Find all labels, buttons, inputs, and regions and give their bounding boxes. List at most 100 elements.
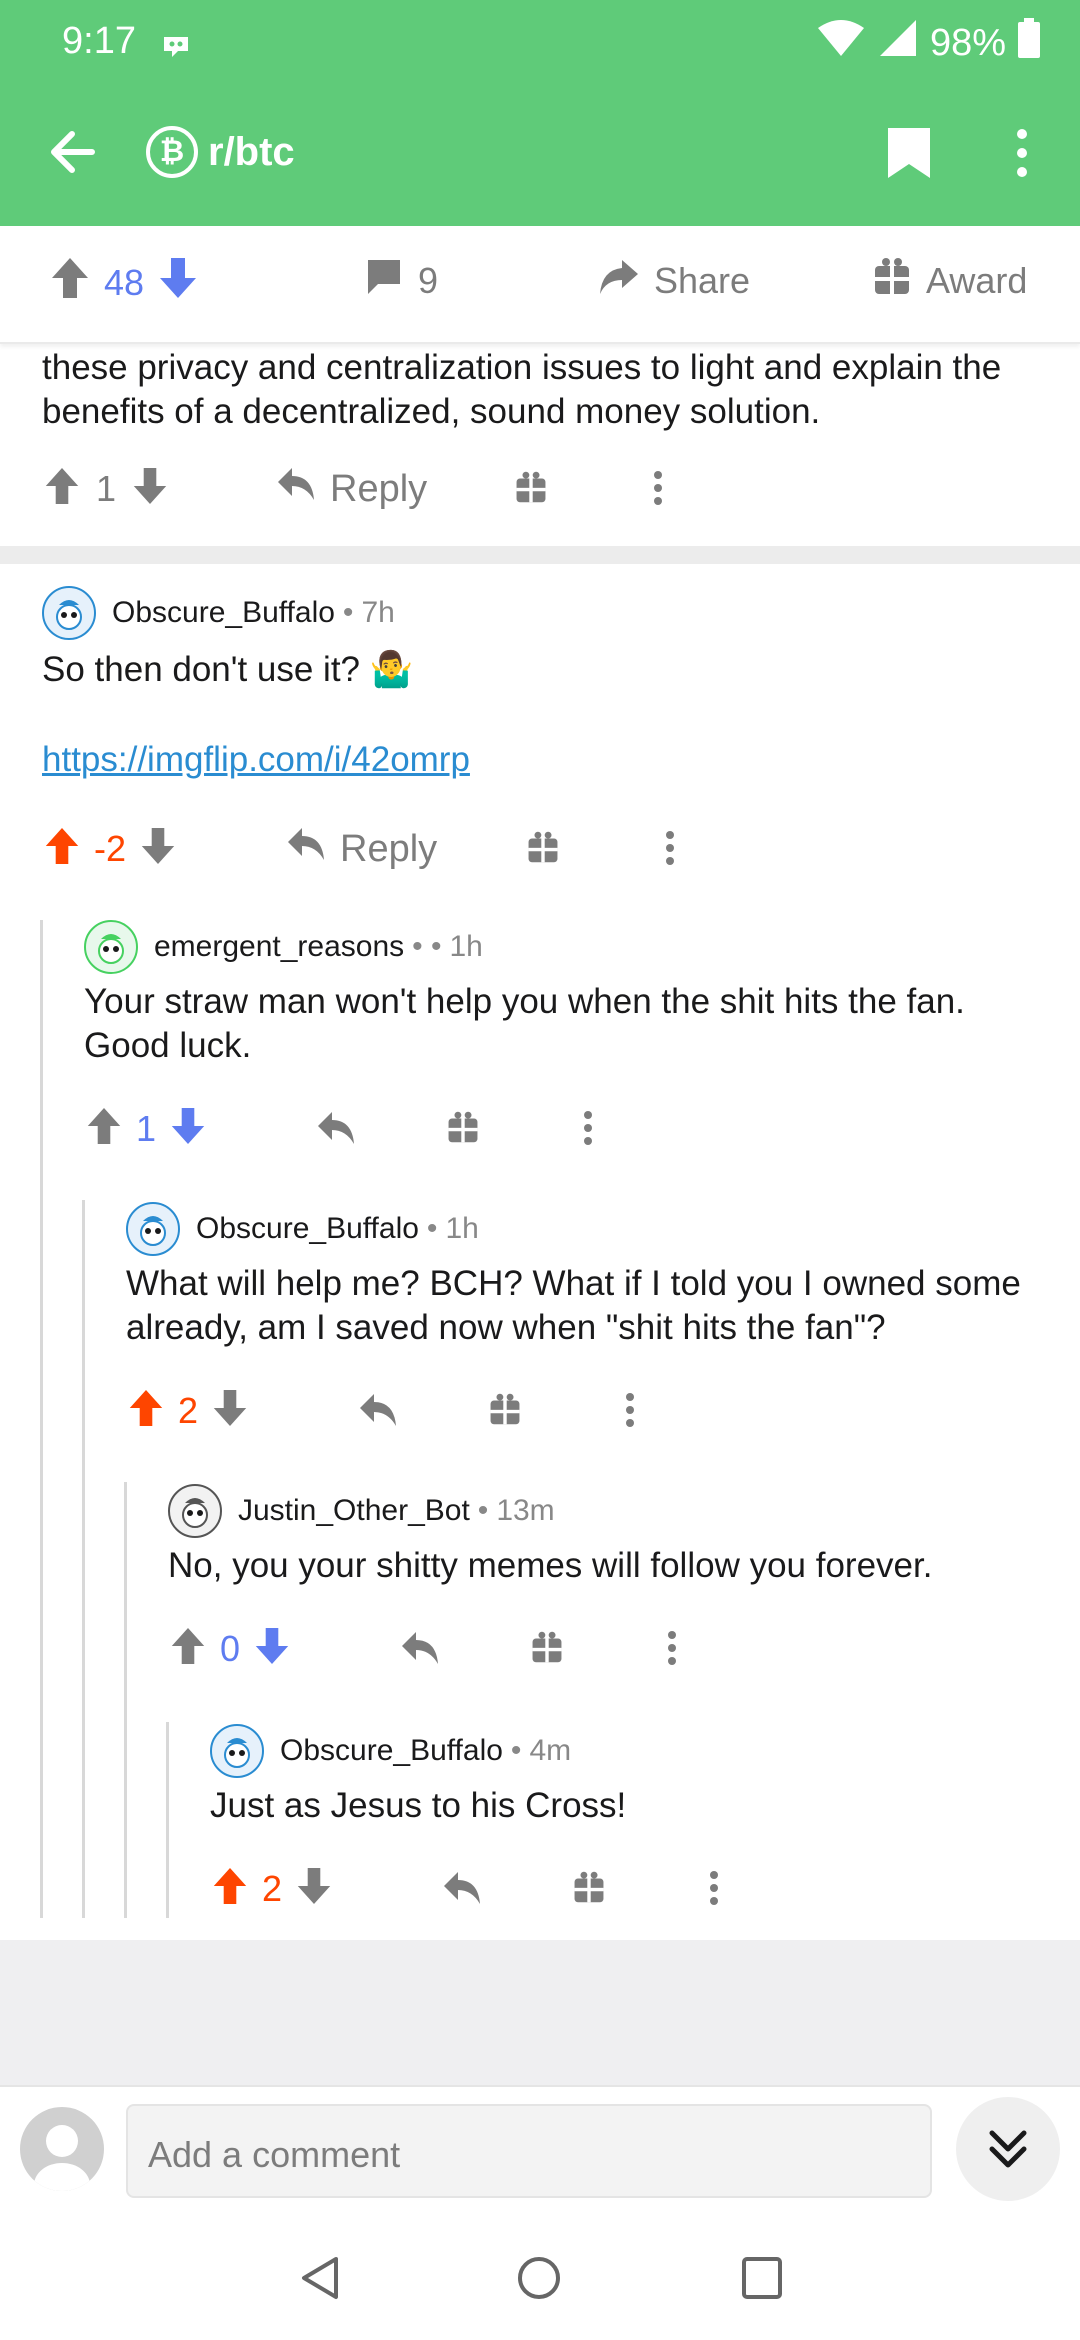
post-comment-count: 9	[418, 259, 439, 301]
section-divider	[0, 546, 1080, 564]
comment-text: So then don't use it? 🤷‍♂️	[42, 650, 414, 689]
upvote-icon[interactable]	[44, 826, 80, 871]
status-bar: 9:17 98%	[0, 0, 1080, 80]
comment-author[interactable]: Obscure_Buffalo	[196, 1212, 419, 1246]
nav-back-icon[interactable]	[298, 2255, 342, 2306]
next-comment-button[interactable]	[956, 2097, 1060, 2201]
share-button[interactable]: Share	[596, 256, 750, 305]
downvote-icon[interactable]	[296, 1866, 332, 1911]
comment-age: 4m	[529, 1734, 572, 1767]
more-options-icon[interactable]	[1010, 126, 1034, 185]
reply-icon[interactable]	[316, 1110, 356, 1146]
more-options-icon[interactable]	[666, 1630, 678, 1666]
reply-icon	[286, 826, 326, 872]
battery-icon	[1018, 18, 1040, 68]
comment-author[interactable]: Justin_Other_Bot	[238, 1494, 470, 1528]
comment-author[interactable]: emergent_reasons	[154, 930, 404, 964]
gift-icon[interactable]	[514, 470, 548, 504]
comment-text: Your straw man won't help you when the s…	[84, 982, 965, 1065]
subreddit-title[interactable]: ₿ r/btc	[146, 126, 295, 178]
reply-button[interactable]: Reply	[276, 466, 427, 512]
status-right: 98%	[816, 18, 1040, 68]
bookmark-icon[interactable]	[886, 126, 932, 185]
reply-icon[interactable]	[358, 1392, 398, 1428]
gift-icon[interactable]	[526, 830, 560, 864]
more-options-icon[interactable]	[664, 830, 676, 866]
more-options-icon[interactable]	[582, 1110, 594, 1146]
comment-text: these privacy and centralization issues …	[42, 348, 1002, 431]
comment-meta: Obscure_Buffalo • 1h	[126, 1202, 479, 1256]
comment-age: 7h	[361, 596, 395, 629]
reply-label: Reply	[330, 467, 428, 510]
system-nav-bar	[0, 2215, 1080, 2340]
comment-text: Just as Jesus to his Cross!	[210, 1786, 627, 1825]
downvote-icon[interactable]	[158, 256, 198, 309]
reply-icon	[276, 466, 316, 512]
subreddit-name: r/btc	[208, 129, 295, 174]
comment-link[interactable]: https://imgflip.com/i/42omrp	[42, 740, 470, 780]
comment-text: What will help me? BCH? What if I told y…	[126, 1264, 1021, 1347]
comment-author[interactable]: Obscure_Buffalo	[112, 596, 335, 630]
user-avatar[interactable]	[20, 2107, 104, 2191]
comment-author[interactable]: Obscure_Buffalo	[280, 1734, 503, 1768]
back-arrow-icon[interactable]	[46, 126, 98, 183]
gift-icon[interactable]	[446, 1110, 480, 1144]
nav-recents-icon[interactable]	[740, 2255, 784, 2306]
upvote-icon[interactable]	[50, 256, 90, 309]
comment-vote-group: 0	[170, 1626, 290, 1671]
signal-icon	[878, 18, 918, 68]
upvote-icon[interactable]	[170, 1626, 206, 1671]
comment-vote-group: 1	[44, 466, 168, 511]
status-time: 9:17	[62, 20, 136, 62]
comment-meta: Obscure_Buffalo • 4m	[210, 1724, 571, 1778]
end-of-thread-area	[0, 1940, 1080, 2085]
avatar[interactable]	[168, 1484, 222, 1538]
avatar[interactable]	[210, 1724, 264, 1778]
avatar[interactable]	[126, 1202, 180, 1256]
downvote-icon[interactable]	[140, 826, 176, 871]
avatar[interactable]	[84, 920, 138, 974]
more-options-icon[interactable]	[652, 470, 664, 506]
upvote-icon[interactable]	[86, 1106, 122, 1151]
avatar[interactable]	[42, 586, 96, 640]
downvote-icon[interactable]	[254, 1626, 290, 1671]
upvote-icon[interactable]	[212, 1866, 248, 1911]
comment-age: 1h	[449, 930, 483, 963]
share-icon	[596, 256, 640, 305]
battery-level: 98%	[929, 21, 1006, 64]
gift-icon	[872, 256, 912, 305]
upvote-icon[interactable]	[44, 466, 80, 511]
comment-vote-count: 2	[262, 1867, 283, 1909]
downvote-icon[interactable]	[132, 466, 168, 511]
reply-icon[interactable]	[442, 1870, 482, 1906]
reply-button[interactable]: Reply	[286, 826, 437, 872]
comment-vote-group: 2	[128, 1388, 248, 1433]
comment-meta: Justin_Other_Bot • 13m	[168, 1484, 555, 1538]
upvote-icon[interactable]	[128, 1388, 164, 1433]
gift-icon[interactable]	[488, 1392, 522, 1426]
thread-line	[40, 920, 43, 1918]
comment-icon	[364, 256, 404, 305]
more-options-icon[interactable]	[708, 1870, 720, 1906]
reply-label: Reply	[340, 827, 438, 870]
reply-icon[interactable]	[400, 1630, 440, 1666]
comment-vote-count: 0	[220, 1627, 241, 1669]
reddit-app-screen: 9:17 98% ₿ r/btc 48 9 Share Award these …	[0, 0, 1080, 2340]
gift-icon[interactable]	[572, 1870, 606, 1904]
award-button[interactable]: Award	[872, 256, 1027, 305]
more-options-icon[interactable]	[624, 1392, 636, 1428]
comment-vote-count: -2	[94, 827, 127, 869]
downvote-icon[interactable]	[212, 1388, 248, 1433]
thread-line	[166, 1722, 169, 1918]
gift-icon[interactable]	[530, 1630, 564, 1664]
post-action-bar: 48 9 Share Award	[0, 226, 1080, 344]
comment-vote-count: 2	[178, 1389, 199, 1431]
thread-line	[124, 1482, 127, 1918]
post-comments-button[interactable]: 9	[364, 256, 438, 305]
downvote-icon[interactable]	[170, 1106, 206, 1151]
comment-age: 1h	[445, 1212, 479, 1245]
post-vote-count: 48	[104, 261, 145, 303]
nav-home-icon[interactable]	[516, 2255, 562, 2306]
comment-input[interactable]: Add a comment	[126, 2104, 932, 2198]
award-label: Award	[926, 259, 1028, 301]
